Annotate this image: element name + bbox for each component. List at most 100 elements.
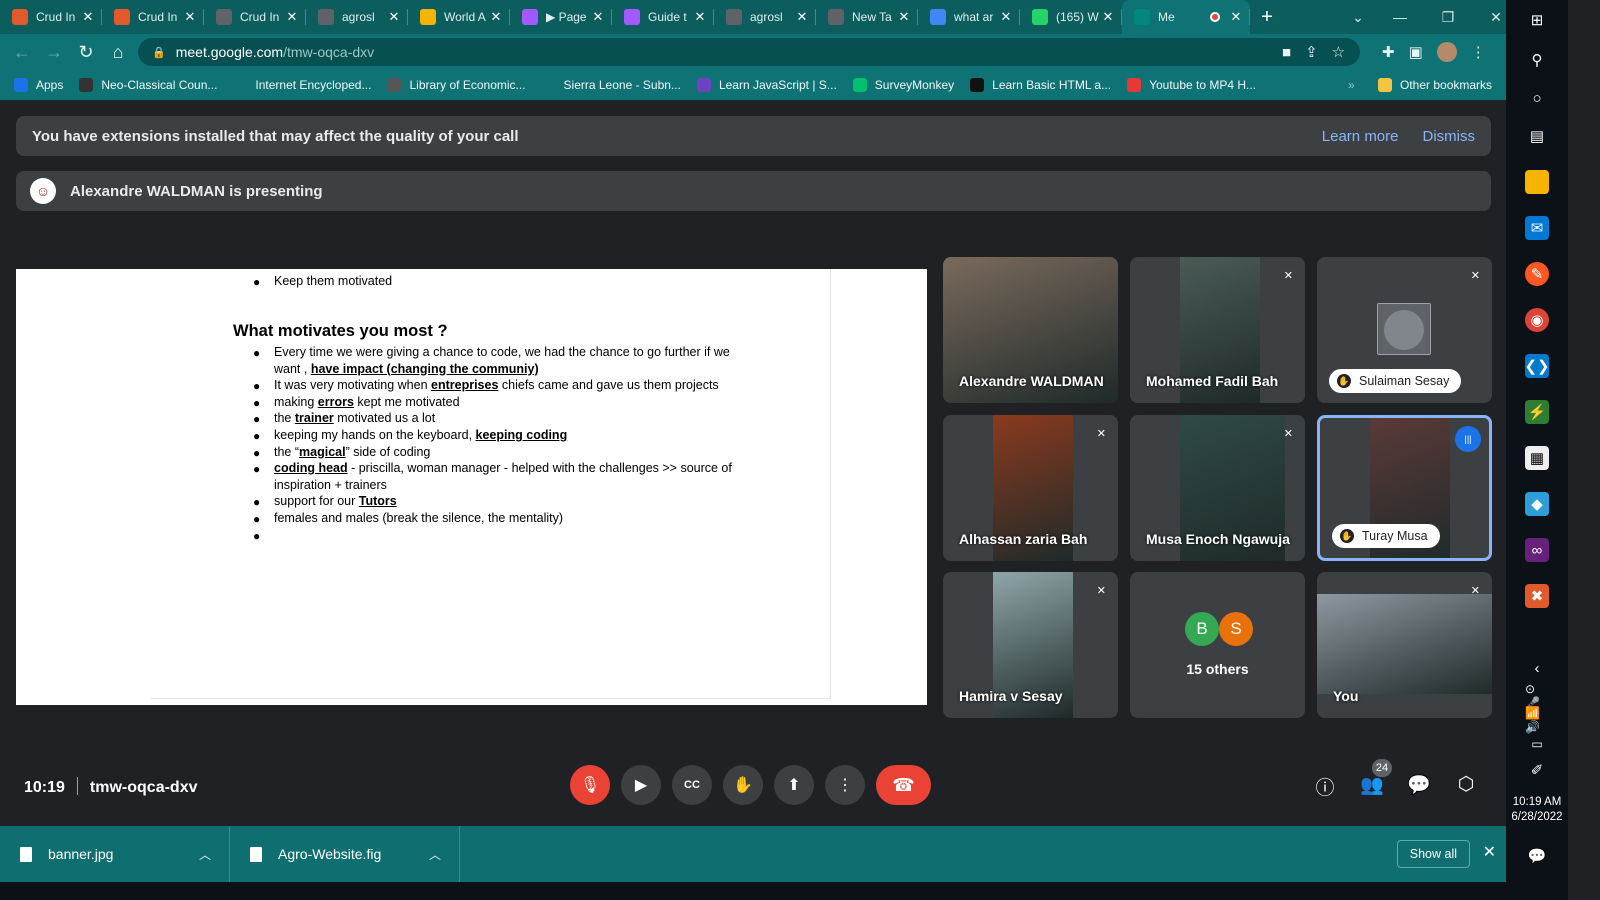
download-item[interactable]: Agro-Website.fig ︿	[230, 826, 460, 882]
notifications-icon[interactable]: 💬	[1525, 844, 1549, 868]
participant-tile[interactable]: ✋ Sulaiman Sesay ✕	[1317, 257, 1492, 403]
tab-active[interactable]: Me ✕	[1122, 0, 1250, 34]
bookmark-item[interactable]: Neo-Classical Coun...	[79, 78, 217, 92]
bookmark-item[interactable]: Internet Encycloped...	[233, 78, 371, 92]
forward-icon[interactable]: →	[38, 42, 70, 63]
close-tab-icon[interactable]: ✕	[182, 9, 198, 25]
participant-tile[interactable]: Mohamed Fadil Bah ✕	[1130, 257, 1305, 403]
lock-icon[interactable]: 🔒	[152, 46, 166, 59]
browser-tab[interactable]: Guide t ✕	[612, 0, 714, 34]
minimize-icon[interactable]: —	[1376, 9, 1424, 25]
side-panel-icon[interactable]: ▣	[1409, 43, 1423, 61]
chevron-up-icon[interactable]: ︿	[429, 846, 441, 863]
browser-menu-icon[interactable]: ⋮	[1471, 43, 1486, 61]
close-tab-icon[interactable]: ✕	[692, 9, 708, 25]
close-tab-icon[interactable]: ✕	[284, 9, 300, 25]
chevron-up-icon[interactable]: ︿	[199, 846, 211, 863]
extensions-icon[interactable]: ✚	[1382, 43, 1395, 61]
present-button[interactable]: ⬆	[774, 765, 814, 805]
participant-tile[interactable]: Alhassan zaria Bah ✕	[943, 415, 1118, 561]
browser-tab[interactable]: what ar ✕	[918, 0, 1020, 34]
microphone-off-button[interactable]: 🎙	[570, 765, 610, 805]
browser-tab[interactable]: (165) W ✕	[1020, 0, 1122, 34]
show-all-button[interactable]: Show all	[1396, 840, 1470, 868]
back-icon[interactable]: ←	[6, 42, 38, 63]
other-bookmarks-folder[interactable]: Other bookmarks	[1378, 78, 1492, 92]
windows-start-icon[interactable]: ⊞	[1525, 8, 1549, 32]
raise-hand-button[interactable]: ✋	[723, 765, 763, 805]
app-icon[interactable]: ✎	[1525, 262, 1549, 286]
browser-tab[interactable]: World A ✕	[408, 0, 510, 34]
app-icon[interactable]: ⚡	[1525, 400, 1549, 424]
browser-tab[interactable]: agrosl ✕	[306, 0, 408, 34]
bookmarks-overflow-icon[interactable]: »	[1348, 78, 1355, 92]
vscode-icon[interactable]: ❮❯	[1524, 354, 1550, 378]
file-explorer-icon[interactable]	[1525, 170, 1549, 194]
captions-button[interactable]: CC	[672, 765, 712, 805]
xampp-icon[interactable]: ✖	[1525, 584, 1549, 608]
bookmark-item[interactable]: Learn Basic HTML a...	[970, 78, 1111, 92]
bookmark-item[interactable]: Youtube to MP4 H...	[1127, 78, 1256, 92]
bookmark-item[interactable]: Apps	[14, 78, 63, 92]
browser-tab[interactable]: New Ta ✕	[816, 0, 918, 34]
battery-icon[interactable]: ▭	[1525, 732, 1549, 756]
participant-tile[interactable]: B S 15 others	[1130, 572, 1305, 718]
system-tray-icons[interactable]: ⊙ 🎤	[1525, 682, 1549, 710]
participant-tile[interactable]: Hamira v Sesay ✕	[943, 572, 1118, 718]
close-tab-icon[interactable]: ✕	[896, 9, 912, 25]
tab-search-icon[interactable]: ⌄	[1340, 9, 1376, 26]
reload-icon[interactable]: ↻	[70, 42, 102, 63]
camera-in-use-icon[interactable]: ■	[1282, 44, 1291, 61]
task-view-icon[interactable]: ▤	[1525, 124, 1549, 148]
participant-tile[interactable]: You ✕	[1317, 572, 1492, 718]
bookmark-item[interactable]: SurveyMonkey	[852, 78, 954, 92]
bookmark-star-icon[interactable]: ☆	[1332, 43, 1345, 61]
chevron-left-icon[interactable]: ‹	[1525, 656, 1549, 680]
participant-tile[interactable]: ✋ Turay Musa |||	[1317, 415, 1492, 561]
browser-tab[interactable]: agrosl ✕	[714, 0, 816, 34]
app-icon[interactable]: ▦	[1525, 446, 1549, 470]
browser-tab[interactable]: Crud In ✕	[102, 0, 204, 34]
dismiss-button[interactable]: Dismiss	[1423, 128, 1476, 145]
pen-icon[interactable]: ✐	[1525, 758, 1549, 782]
leave-call-button[interactable]: ☎	[876, 765, 931, 805]
new-tab-icon[interactable]: +	[1250, 0, 1284, 34]
close-tab-icon[interactable]: ✕	[80, 9, 96, 25]
close-tab-icon[interactable]: ✕	[488, 9, 504, 25]
participant-tile[interactable]: Alexandre WALDMAN	[943, 257, 1118, 403]
close-tab-icon[interactable]: ✕	[794, 9, 810, 25]
share-icon[interactable]: ⇪	[1305, 43, 1318, 61]
browser-tab[interactable]: Crud In ✕	[0, 0, 102, 34]
app-icon[interactable]: ◆	[1525, 492, 1549, 516]
home-icon[interactable]: ⌂	[102, 42, 134, 63]
close-downloads-icon[interactable]: ✕	[1483, 842, 1496, 862]
bookmark-item[interactable]: Library of Economic...	[387, 78, 526, 92]
camera-button[interactable]: ▶	[621, 765, 661, 805]
profile-avatar[interactable]	[1436, 42, 1457, 62]
search-icon[interactable]: ⚲	[1525, 48, 1549, 72]
learn-more-link[interactable]: Learn more	[1322, 128, 1399, 145]
close-tab-icon[interactable]: ✕	[386, 9, 402, 25]
mail-icon[interactable]: ✉	[1525, 216, 1549, 240]
chat-icon[interactable]: 💬	[1405, 773, 1433, 797]
network-volume-icons[interactable]: 📶🔊	[1525, 706, 1549, 734]
participant-tile[interactable]: Musa Enoch Ngawuja ✕	[1130, 415, 1305, 561]
address-bar[interactable]: 🔒 meet.google.com/tmw-oqca-dxv	[138, 38, 1360, 66]
browser-tab[interactable]: ▶ Page ✕	[510, 0, 612, 34]
maximize-icon[interactable]: ❐	[1424, 9, 1472, 26]
meeting-details-icon[interactable]: ⓘ	[1311, 773, 1339, 800]
visual-studio-icon[interactable]: ∞	[1525, 538, 1549, 562]
bookmark-item[interactable]: Sierra Leone - Subn...	[541, 78, 681, 92]
download-item[interactable]: banner.jpg ︿	[0, 826, 230, 882]
close-tab-icon[interactable]: ✕	[1228, 9, 1244, 25]
close-tab-icon[interactable]: ✕	[590, 9, 606, 25]
bookmark-item[interactable]: Learn JavaScript | S...	[696, 78, 837, 92]
close-tab-icon[interactable]: ✕	[1100, 9, 1116, 25]
system-clock[interactable]: 10:19 AM 6/28/2022	[1506, 795, 1568, 825]
browser-tab[interactable]: Crud In ✕	[204, 0, 306, 34]
chrome-icon[interactable]: ◉	[1525, 308, 1549, 332]
activities-icon[interactable]: ⬡	[1452, 773, 1480, 796]
close-tab-icon[interactable]: ✕	[998, 9, 1014, 25]
cortana-icon[interactable]: ○	[1525, 86, 1549, 110]
more-options-button[interactable]: ⋮	[825, 765, 865, 805]
